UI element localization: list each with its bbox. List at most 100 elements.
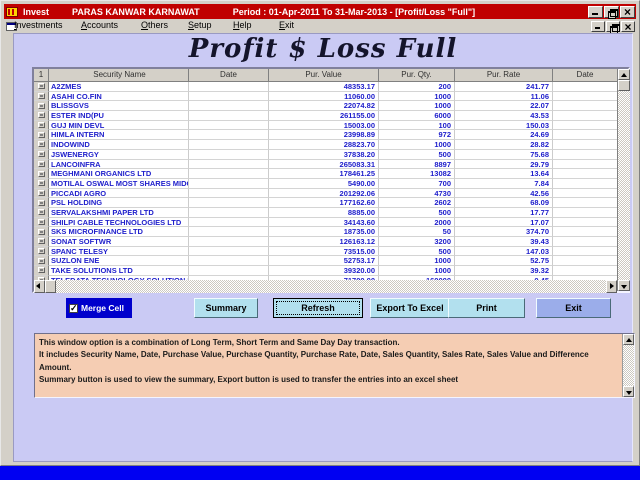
column-header-pur-qty[interactable]: Pur. Qty. xyxy=(379,69,455,82)
child-close-icon[interactable] xyxy=(621,21,635,32)
cell-date-2 xyxy=(553,101,617,111)
row-selector[interactable] xyxy=(34,218,49,228)
cell-pur-value: 265083.31 xyxy=(269,160,379,170)
table-row[interactable]: GUJ MIN DEVL 15003.00 100 150.03 xyxy=(34,121,617,131)
print-button[interactable]: Print xyxy=(448,298,525,318)
column-header-date-2[interactable]: Date xyxy=(553,69,617,82)
summary-button[interactable]: Summary xyxy=(194,298,258,318)
menu-item-investments[interactable]: Investments xyxy=(14,20,63,30)
merge-cell-checkbox[interactable] xyxy=(69,304,78,313)
child-minimize-icon[interactable] xyxy=(591,21,605,32)
table-row[interactable]: INDOWIND 28823.70 1000 28.82 xyxy=(34,140,617,150)
minimize-icon[interactable] xyxy=(588,6,603,18)
row-expand-icon xyxy=(38,238,45,244)
menu-item-help[interactable]: Help xyxy=(233,20,252,30)
menu-item-setup[interactable]: Setup xyxy=(188,20,212,30)
horizontal-scroll-track[interactable] xyxy=(56,280,606,293)
row-selector[interactable] xyxy=(34,179,49,189)
menu-item-others[interactable]: Others xyxy=(141,20,168,30)
row-selector[interactable] xyxy=(34,237,49,247)
horizontal-scrollbar[interactable] xyxy=(34,280,617,293)
scroll-right-icon[interactable] xyxy=(606,280,617,293)
column-header-pur-value[interactable]: Pur. Value xyxy=(269,69,379,82)
exit-button[interactable]: Exit xyxy=(536,298,611,318)
row-selector[interactable] xyxy=(34,266,49,276)
scroll-down-icon[interactable] xyxy=(618,280,630,291)
cell-pur-value: 48353.17 xyxy=(269,82,379,92)
scroll-left-icon[interactable] xyxy=(34,280,45,293)
row-selector[interactable] xyxy=(34,140,49,150)
title-bar[interactable]: Invest PARAS KANWAR KARNAWAT Period : 01… xyxy=(4,4,636,19)
row-selector[interactable] xyxy=(34,121,49,131)
cell-date xyxy=(189,247,269,257)
menu-item-exit[interactable]: Exit xyxy=(279,20,294,30)
row-selector[interactable] xyxy=(34,111,49,121)
row-expand-icon xyxy=(38,219,45,225)
column-header-date[interactable]: Date xyxy=(189,69,269,82)
table-row[interactable]: HIMLA INTERN 23998.89 972 24.69 xyxy=(34,130,617,140)
child-restore-icon[interactable] xyxy=(606,21,620,32)
cell-date-2 xyxy=(553,218,617,228)
table-row[interactable]: PSL HOLDING 177162.60 2602 68.09 xyxy=(34,198,617,208)
cell-pur-value: 39320.00 xyxy=(269,266,379,276)
cell-date-2 xyxy=(553,237,617,247)
securities-grid: 1 Security Name Date Pur. Value Pur. Qty… xyxy=(32,67,630,293)
desc-scroll-up-icon[interactable] xyxy=(623,334,634,345)
table-row[interactable]: ESTER IND(PU 261155.00 6000 43.53 xyxy=(34,111,617,121)
row-selector[interactable] xyxy=(34,130,49,140)
vertical-scrollbar[interactable] xyxy=(617,69,630,291)
row-selector[interactable] xyxy=(34,256,49,266)
row-selector[interactable] xyxy=(34,101,49,111)
desc-scroll-down-icon[interactable] xyxy=(623,386,634,397)
table-row[interactable]: MOTILAL OSWAL MOST SHARES MIDCAP 5490.00… xyxy=(34,179,617,189)
description-scrollbar[interactable] xyxy=(622,334,634,397)
description-text: This window option is a combination of L… xyxy=(35,334,622,397)
table-row[interactable]: A2ZMES 48353.17 200 241.77 xyxy=(34,82,617,92)
table-row[interactable]: BLISSGVS 22074.82 1000 22.07 xyxy=(34,101,617,111)
table-row[interactable]: SONAT SOFTWR 126163.12 3200 39.43 xyxy=(34,237,617,247)
table-row[interactable]: SERVALAKSHMI PAPER LTD 8885.00 500 17.77 xyxy=(34,208,617,218)
grid-corner-cell[interactable]: 1 xyxy=(34,69,49,82)
row-selector[interactable] xyxy=(34,160,49,170)
table-row[interactable]: ASAHI CO.FIN 11060.00 1000 11.06 xyxy=(34,92,617,102)
close-icon[interactable] xyxy=(620,6,635,18)
horizontal-scroll-thumb[interactable] xyxy=(45,280,56,293)
cell-pur-qty: 50 xyxy=(379,227,455,237)
table-row[interactable]: TAKE SOLUTIONS LTD 39320.00 1000 39.32 xyxy=(34,266,617,276)
row-selector[interactable] xyxy=(34,150,49,160)
table-row[interactable]: MEGHMANI ORGANICS LTD 178461.25 13082 13… xyxy=(34,169,617,179)
row-selector[interactable] xyxy=(34,169,49,179)
row-selector[interactable] xyxy=(34,227,49,237)
row-expand-icon xyxy=(38,171,45,177)
restore-icon[interactable] xyxy=(604,6,619,18)
table-row[interactable]: JSWENERGY 37838.20 500 75.68 xyxy=(34,150,617,160)
cell-pur-qty: 1000 xyxy=(379,266,455,276)
cell-date-2 xyxy=(553,266,617,276)
table-row[interactable]: PICCADI AGRO 201292.06 4730 42.56 xyxy=(34,189,617,199)
scroll-up-icon[interactable] xyxy=(618,69,630,80)
table-row[interactable]: LANCOINFRA 265083.31 8897 29.79 xyxy=(34,160,617,170)
cell-date xyxy=(189,130,269,140)
table-row[interactable]: SPANC TELESY 73515.00 500 147.03 xyxy=(34,247,617,257)
table-row[interactable]: SUZLON ENE 52753.17 1000 52.75 xyxy=(34,256,617,266)
app-title: Invest xyxy=(23,7,49,17)
row-selector[interactable] xyxy=(34,208,49,218)
cell-security-name: MOTILAL OSWAL MOST SHARES MIDCAP xyxy=(49,179,189,189)
table-row[interactable]: SHILPI CABLE TECHNOLOGIES LTD 34143.60 2… xyxy=(34,218,617,228)
export-to-excel-button[interactable]: Export To Excel xyxy=(370,298,450,318)
desc-scroll-track[interactable] xyxy=(623,345,634,386)
row-selector[interactable] xyxy=(34,92,49,102)
cell-security-name: ESTER IND(PU xyxy=(49,111,189,121)
vertical-scroll-track[interactable] xyxy=(618,91,630,280)
row-selector[interactable] xyxy=(34,82,49,92)
column-header-security-name[interactable]: Security Name xyxy=(49,69,189,82)
menu-item-accounts[interactable]: Accounts xyxy=(81,20,118,30)
vertical-scroll-thumb[interactable] xyxy=(618,80,630,91)
refresh-button[interactable]: Refresh xyxy=(273,298,363,318)
row-selector[interactable] xyxy=(34,189,49,199)
column-header-pur-rate[interactable]: Pur. Rate xyxy=(455,69,553,82)
table-row[interactable]: SKS MICROFINANCE LTD 18735.00 50 374.70 xyxy=(34,227,617,237)
row-selector[interactable] xyxy=(34,198,49,208)
row-selector[interactable] xyxy=(34,247,49,257)
row-expand-icon xyxy=(38,229,45,235)
